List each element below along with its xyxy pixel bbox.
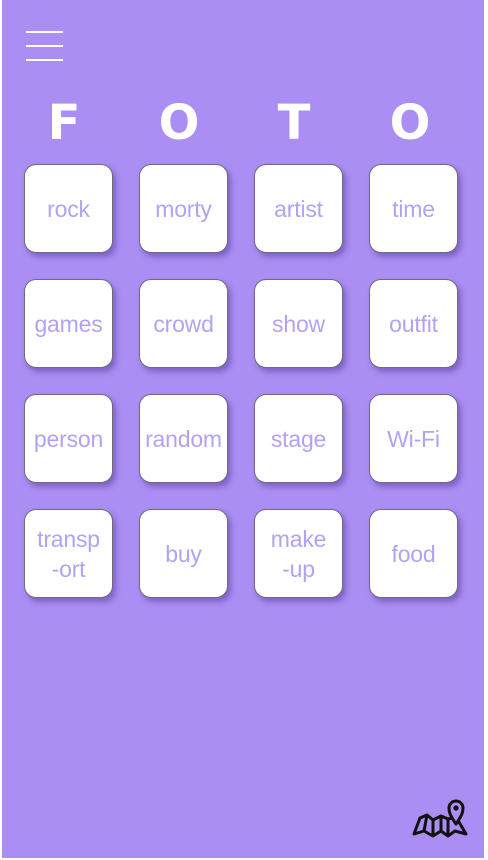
category-tile[interactable]: person	[24, 394, 113, 483]
hamburger-menu-icon[interactable]	[26, 30, 63, 63]
category-tile[interactable]: crowd	[139, 279, 228, 368]
category-tile[interactable]: morty	[139, 164, 228, 253]
menu-line	[26, 31, 63, 33]
tile-label: outfit	[389, 310, 438, 337]
tile-label: buy	[165, 540, 202, 567]
title-letter: O	[389, 95, 431, 151]
tile-label: games	[34, 310, 103, 337]
category-tile[interactable]: artist	[254, 164, 343, 253]
tile-label: make -up	[270, 525, 327, 582]
tile-label: crowd	[153, 310, 214, 337]
tile-label: person	[33, 425, 104, 452]
category-tile[interactable]: random	[139, 394, 228, 483]
menu-line	[26, 45, 63, 47]
title-letter: T	[277, 95, 311, 151]
category-tile[interactable]: show	[254, 279, 343, 368]
page-title: F O T O	[2, 92, 484, 154]
category-tile[interactable]: buy	[139, 509, 228, 598]
tile-label: random	[145, 425, 222, 452]
map-pin-icon[interactable]	[412, 794, 468, 840]
title-letter: F	[47, 95, 81, 151]
category-tile[interactable]: outfit	[369, 279, 458, 368]
title-letter: O	[158, 95, 200, 151]
category-tile[interactable]: time	[369, 164, 458, 253]
category-tile[interactable]: games	[24, 279, 113, 368]
category-tile[interactable]: make -up	[254, 509, 343, 598]
tile-label: Wi-Fi	[387, 425, 440, 452]
tile-label: artist	[274, 195, 323, 222]
category-grid: rock morty artist time games crowd show …	[24, 164, 464, 604]
app-screen: F O T O rock morty artist time games cro…	[2, 0, 484, 858]
tile-label: transp -ort	[37, 525, 100, 582]
tile-label: morty	[155, 195, 212, 222]
category-tile[interactable]: food	[369, 509, 458, 598]
menu-line	[26, 59, 63, 61]
category-tile[interactable]: Wi-Fi	[369, 394, 458, 483]
tile-label: show	[272, 310, 325, 337]
tile-label: stage	[270, 425, 327, 452]
tile-label: food	[391, 540, 436, 567]
category-tile[interactable]: stage	[254, 394, 343, 483]
category-tile[interactable]: rock	[24, 164, 113, 253]
tile-label: time	[392, 195, 435, 222]
tile-label: rock	[47, 195, 90, 222]
category-tile[interactable]: transp -ort	[24, 509, 113, 598]
